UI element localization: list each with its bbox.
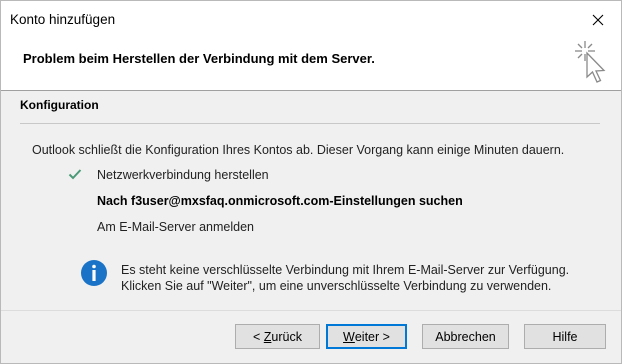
check-icon [68,169,82,180]
info-icon [81,260,107,286]
back-button[interactable]: < Zurück [235,324,320,349]
help-button[interactable]: Hilfe [524,324,606,349]
footer-separator [1,310,621,311]
back-prefix: < [253,329,264,344]
next-mnemonic: W [343,329,355,344]
header-title: Problem beim Herstellen der Verbindung m… [23,51,375,66]
dialog-window: Konto hinzufügen Problem beim Herstellen… [0,0,622,364]
step-server-login: Am E-Mail-Server anmelden [97,220,254,234]
header-separator [1,90,621,91]
next-label-rest: eiter > [354,329,390,344]
section-description: Outlook schließt die Konfiguration Ihres… [32,143,565,157]
close-button[interactable] [575,1,621,39]
wizard-cursor-icon [575,41,606,83]
step-network-connection: Netzwerkverbindung herstellen [97,168,269,182]
section-title: Konfiguration [20,98,99,112]
section-divider [20,123,600,124]
unencrypted-notice: Es steht keine verschlüsselte Verbindung… [121,262,569,294]
window-title: Konto hinzufügen [10,12,116,27]
close-icon [592,14,604,26]
next-button[interactable]: Weiter > [326,324,407,349]
notice-line-2: Klicken Sie auf "Weiter", um eine unvers… [121,279,552,293]
step-search-settings: Nach f3user@mxsfaq.onmicrosoft.com-Einst… [97,194,463,208]
back-label-rest: urück [271,329,302,344]
notice-line-1: Es steht keine verschlüsselte Verbindung… [121,263,570,277]
back-mnemonic: Z [263,329,272,344]
cancel-button[interactable]: Abbrechen [422,324,509,349]
wizard-header: Problem beim Herstellen der Verbindung m… [1,39,621,91]
title-bar: Konto hinzufügen [1,1,621,39]
